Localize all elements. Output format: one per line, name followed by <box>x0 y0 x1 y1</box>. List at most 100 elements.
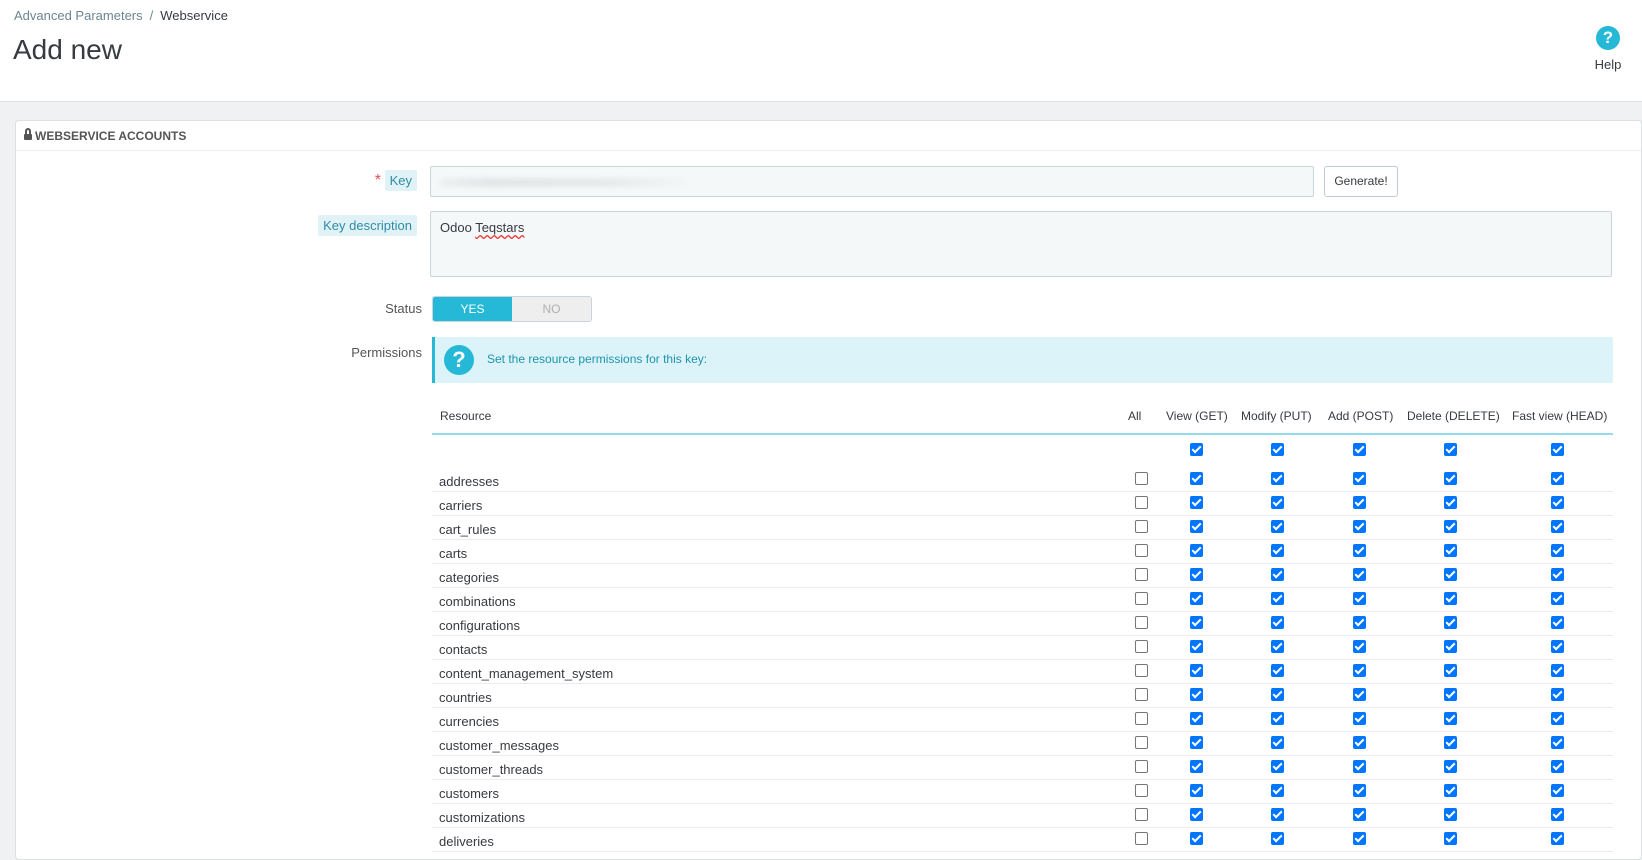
perm-head-checkbox[interactable] <box>1551 808 1564 821</box>
perm-put-checkbox[interactable] <box>1271 832 1284 845</box>
select-all-put-checkbox[interactable] <box>1271 443 1284 456</box>
perm-get-checkbox[interactable] <box>1190 688 1203 701</box>
perm-get-checkbox[interactable] <box>1190 544 1203 557</box>
perm-get-checkbox[interactable] <box>1190 832 1203 845</box>
perm-put-checkbox[interactable] <box>1271 520 1284 533</box>
perm-head-checkbox[interactable] <box>1551 592 1564 605</box>
perm-all-checkbox[interactable] <box>1135 808 1148 821</box>
perm-all-checkbox[interactable] <box>1135 472 1148 485</box>
perm-put-checkbox[interactable] <box>1271 784 1284 797</box>
perm-all-checkbox[interactable] <box>1135 712 1148 725</box>
perm-post-checkbox[interactable] <box>1353 808 1366 821</box>
perm-all-checkbox[interactable] <box>1135 664 1148 677</box>
perm-all-checkbox[interactable] <box>1135 736 1148 749</box>
help-button[interactable]: ? Help <box>1588 26 1628 72</box>
perm-get-checkbox[interactable] <box>1190 808 1203 821</box>
perm-delete-checkbox[interactable] <box>1444 520 1457 533</box>
perm-put-checkbox[interactable] <box>1271 688 1284 701</box>
select-all-post-checkbox[interactable] <box>1353 443 1366 456</box>
perm-get-checkbox[interactable] <box>1190 472 1203 485</box>
status-yes-option[interactable]: YES <box>433 297 512 321</box>
perm-delete-checkbox[interactable] <box>1444 760 1457 773</box>
perm-all-checkbox[interactable] <box>1135 496 1148 509</box>
perm-post-checkbox[interactable] <box>1353 736 1366 749</box>
perm-delete-checkbox[interactable] <box>1444 592 1457 605</box>
perm-get-checkbox[interactable] <box>1190 664 1203 677</box>
perm-delete-checkbox[interactable] <box>1444 664 1457 677</box>
perm-put-checkbox[interactable] <box>1271 568 1284 581</box>
perm-put-checkbox[interactable] <box>1271 496 1284 509</box>
perm-delete-checkbox[interactable] <box>1444 544 1457 557</box>
perm-put-checkbox[interactable] <box>1271 640 1284 653</box>
perm-post-checkbox[interactable] <box>1353 664 1366 677</box>
perm-post-checkbox[interactable] <box>1353 616 1366 629</box>
perm-all-checkbox[interactable] <box>1135 520 1148 533</box>
perm-all-checkbox[interactable] <box>1135 592 1148 605</box>
perm-post-checkbox[interactable] <box>1353 688 1366 701</box>
perm-head-checkbox[interactable] <box>1551 640 1564 653</box>
perm-delete-checkbox[interactable] <box>1444 808 1457 821</box>
perm-post-checkbox[interactable] <box>1353 472 1366 485</box>
perm-put-checkbox[interactable] <box>1271 616 1284 629</box>
perm-head-checkbox[interactable] <box>1551 736 1564 749</box>
perm-delete-checkbox[interactable] <box>1444 640 1457 653</box>
key-description-textarea[interactable]: Odoo Teqstars <box>430 211 1612 277</box>
perm-delete-checkbox[interactable] <box>1444 496 1457 509</box>
perm-all-checkbox[interactable] <box>1135 640 1148 653</box>
select-all-delete-checkbox[interactable] <box>1444 443 1457 456</box>
perm-head-checkbox[interactable] <box>1551 784 1564 797</box>
perm-post-checkbox[interactable] <box>1353 592 1366 605</box>
perm-get-checkbox[interactable] <box>1190 592 1203 605</box>
perm-head-checkbox[interactable] <box>1551 688 1564 701</box>
perm-post-checkbox[interactable] <box>1353 568 1366 581</box>
status-toggle[interactable]: YES NO <box>432 296 592 322</box>
perm-post-checkbox[interactable] <box>1353 784 1366 797</box>
perm-head-checkbox[interactable] <box>1551 712 1564 725</box>
perm-put-checkbox[interactable] <box>1271 808 1284 821</box>
perm-put-checkbox[interactable] <box>1271 736 1284 749</box>
perm-post-checkbox[interactable] <box>1353 496 1366 509</box>
perm-head-checkbox[interactable] <box>1551 760 1564 773</box>
perm-post-checkbox[interactable] <box>1353 712 1366 725</box>
perm-get-checkbox[interactable] <box>1190 568 1203 581</box>
perm-head-checkbox[interactable] <box>1551 832 1564 845</box>
breadcrumb-parent[interactable]: Advanced Parameters <box>14 8 143 23</box>
perm-delete-checkbox[interactable] <box>1444 736 1457 749</box>
perm-get-checkbox[interactable] <box>1190 712 1203 725</box>
perm-head-checkbox[interactable] <box>1551 568 1564 581</box>
perm-delete-checkbox[interactable] <box>1444 832 1457 845</box>
perm-put-checkbox[interactable] <box>1271 760 1284 773</box>
perm-head-checkbox[interactable] <box>1551 544 1564 557</box>
perm-put-checkbox[interactable] <box>1271 712 1284 725</box>
select-all-get-checkbox[interactable] <box>1190 443 1203 456</box>
status-no-option[interactable]: NO <box>512 297 591 321</box>
perm-post-checkbox[interactable] <box>1353 520 1366 533</box>
select-all-head-checkbox[interactable] <box>1551 443 1564 456</box>
perm-get-checkbox[interactable] <box>1190 616 1203 629</box>
perm-delete-checkbox[interactable] <box>1444 568 1457 581</box>
perm-post-checkbox[interactable] <box>1353 640 1366 653</box>
perm-all-checkbox[interactable] <box>1135 616 1148 629</box>
perm-delete-checkbox[interactable] <box>1444 784 1457 797</box>
perm-delete-checkbox[interactable] <box>1444 688 1457 701</box>
perm-put-checkbox[interactable] <box>1271 544 1284 557</box>
perm-all-checkbox[interactable] <box>1135 832 1148 845</box>
perm-get-checkbox[interactable] <box>1190 736 1203 749</box>
perm-head-checkbox[interactable] <box>1551 664 1564 677</box>
perm-head-checkbox[interactable] <box>1551 616 1564 629</box>
perm-delete-checkbox[interactable] <box>1444 616 1457 629</box>
perm-all-checkbox[interactable] <box>1135 568 1148 581</box>
perm-head-checkbox[interactable] <box>1551 520 1564 533</box>
perm-post-checkbox[interactable] <box>1353 832 1366 845</box>
perm-all-checkbox[interactable] <box>1135 688 1148 701</box>
perm-get-checkbox[interactable] <box>1190 640 1203 653</box>
perm-put-checkbox[interactable] <box>1271 592 1284 605</box>
perm-post-checkbox[interactable] <box>1353 544 1366 557</box>
perm-all-checkbox[interactable] <box>1135 544 1148 557</box>
perm-head-checkbox[interactable] <box>1551 496 1564 509</box>
perm-get-checkbox[interactable] <box>1190 760 1203 773</box>
perm-get-checkbox[interactable] <box>1190 496 1203 509</box>
perm-put-checkbox[interactable] <box>1271 664 1284 677</box>
perm-head-checkbox[interactable] <box>1551 472 1564 485</box>
perm-all-checkbox[interactable] <box>1135 784 1148 797</box>
